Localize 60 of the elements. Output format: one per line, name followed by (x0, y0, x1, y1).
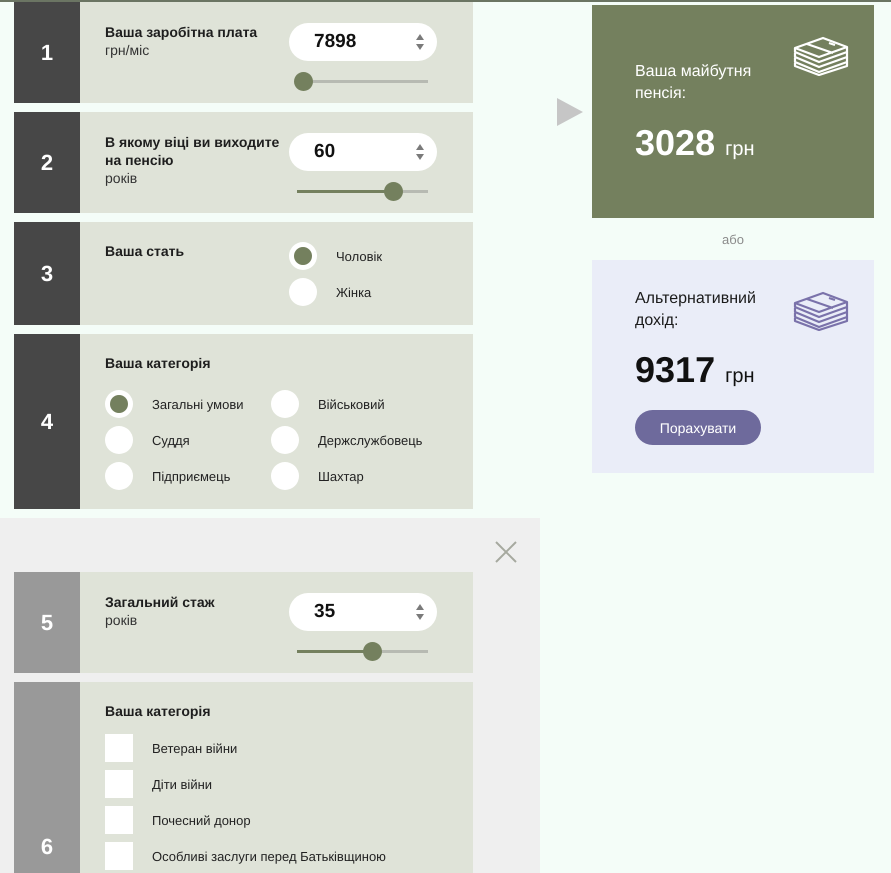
currency-label: грн (725, 138, 755, 160)
step-number: 4 (14, 334, 80, 509)
radio-button[interactable] (105, 462, 133, 490)
close-icon[interactable] (495, 541, 517, 563)
option-label: Жінка (336, 284, 372, 300)
step-number: 5 (14, 572, 80, 673)
money-stack-icon (793, 36, 849, 76)
unit-label: років (105, 611, 138, 629)
currency-label: грн (725, 365, 755, 388)
option-label: Загальні умови (152, 396, 244, 412)
field-label: Загальний стаж (105, 593, 216, 611)
number-input[interactable]: 35 (289, 593, 437, 631)
spinner-icon[interactable] (416, 143, 424, 161)
slider-thumb[interactable] (294, 72, 314, 91)
spinner-icon[interactable] (416, 33, 424, 51)
calculate-button[interactable]: Порахувати (635, 410, 761, 445)
unit-label: грн/міс (105, 41, 150, 59)
amount-value: 9317 (635, 350, 716, 390)
option-label: Діти війни (152, 776, 212, 792)
result-title: Ваша майбутня пенсія: (635, 62, 752, 104)
option-label: Підприємець (152, 468, 230, 484)
field-label: Ваша заробітна плата (105, 23, 258, 41)
option-label: Ветеран війни (152, 740, 238, 756)
number-input[interactable]: 7898 (289, 23, 437, 61)
step-number: 1 (14, 2, 80, 103)
step-number: 3 (14, 222, 80, 325)
field-label: Ваша стать (105, 242, 186, 260)
spinner-icon[interactable] (416, 603, 424, 621)
radio-button[interactable] (271, 426, 299, 454)
option-label: Військовий (318, 396, 385, 412)
option-label: Почесний донор (152, 812, 251, 828)
option-label: Шахтар (318, 468, 364, 484)
radio-button[interactable] (105, 426, 133, 454)
option-label: Чоловік (336, 248, 382, 264)
radio-button[interactable] (289, 278, 317, 306)
checkbox[interactable] (105, 806, 133, 834)
number-input[interactable]: 60 (289, 133, 437, 171)
money-stack-icon (793, 291, 849, 331)
slider-thumb[interactable] (363, 642, 382, 661)
option-label: Держслужбовець (318, 432, 422, 448)
unit-label: років (105, 169, 138, 187)
slider-thumb[interactable] (384, 182, 404, 201)
result-title: Альтернативний дохід: (635, 289, 757, 331)
checkbox[interactable] (105, 734, 133, 762)
field-label: В якому віці ви виходите на пенсію (105, 133, 280, 169)
field-label: Ваша категорія (105, 354, 212, 372)
radio-button[interactable] (289, 242, 317, 270)
checkbox[interactable] (105, 770, 133, 798)
option-label: Особливі заслуги перед Батьківщиною (152, 848, 386, 864)
or-label: або (721, 232, 745, 248)
radio-button[interactable] (271, 462, 299, 490)
step-number: 2 (14, 112, 80, 213)
amount-value: 3028 (635, 122, 716, 162)
checkbox[interactable] (105, 842, 133, 870)
radio-button[interactable] (105, 390, 133, 418)
triangle-icon (557, 98, 583, 126)
radio-button[interactable] (271, 390, 299, 418)
step-number: 6 (14, 682, 80, 873)
option-label: Суддя (152, 432, 190, 448)
field-label: Ваша категорія (105, 702, 212, 720)
